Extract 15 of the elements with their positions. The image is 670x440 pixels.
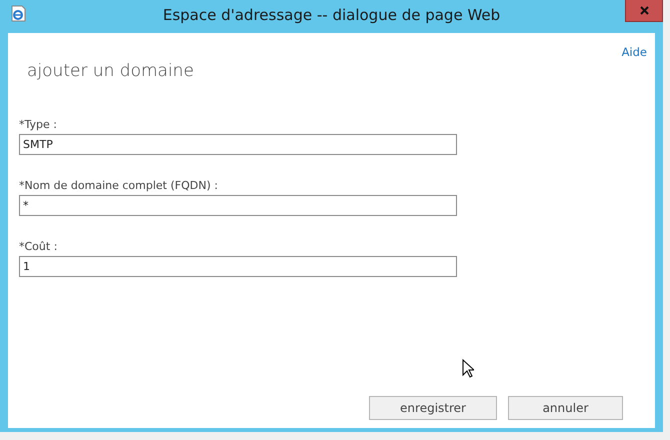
dialog-heading: ajouter un domaine [27, 61, 194, 81]
input-field[interactable]: * [19, 195, 457, 216]
input-field[interactable]: SMTP [19, 134, 457, 155]
close-button[interactable] [625, 0, 663, 22]
cancel-button[interactable]: annuler [508, 396, 623, 420]
save-button[interactable]: enregistrer [369, 396, 497, 420]
browser-icon [10, 5, 27, 22]
field-label: *Type : [19, 118, 58, 131]
cursor-icon [462, 359, 474, 378]
help-link[interactable]: Aide [622, 45, 647, 59]
close-icon [640, 6, 648, 15]
field-label: *Coût : [19, 240, 58, 253]
input-field[interactable]: 1 [19, 256, 457, 277]
window-title: Espace d'adressage -- dialogue de page Web [162, 6, 500, 24]
field-label: *Nom de domaine complet (FQDN) : [19, 179, 219, 192]
